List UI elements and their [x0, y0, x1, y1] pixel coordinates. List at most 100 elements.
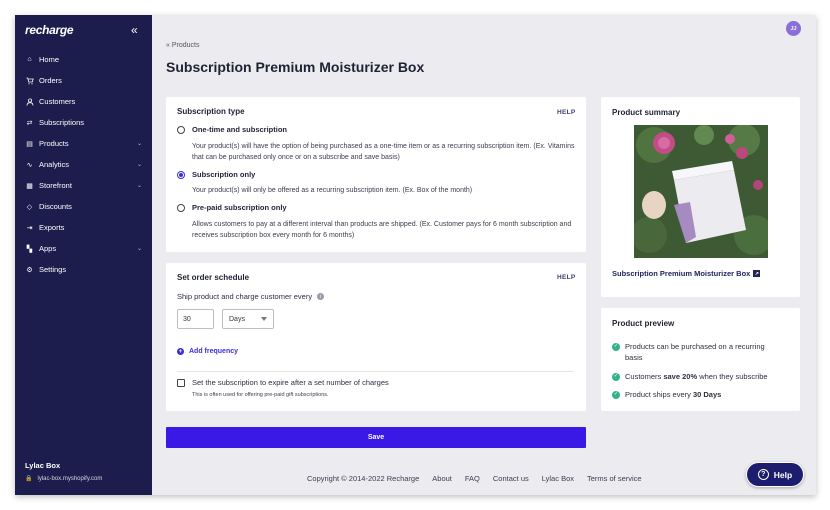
box-icon: ▤ [26, 140, 33, 148]
app-window: recharge « ⌂ Home Orders Customers ⇄ Subsc… [15, 15, 816, 495]
refresh-icon: ⇄ [26, 119, 33, 127]
apps-icon: ▚ [26, 245, 33, 253]
copyright: Copyright © 2014-2022 Recharge [307, 474, 420, 483]
card-title: Product summary [612, 108, 681, 117]
frequency-unit-select[interactable]: Days [222, 309, 274, 329]
sidebar-item-home[interactable]: ⌂ Home [15, 49, 152, 70]
order-schedule-card: Set order schedule HELP Ship product and… [166, 263, 586, 411]
collapse-sidebar-icon[interactable]: « [131, 23, 138, 37]
sidebar-item-storefront[interactable]: ▦ Storefront ⌄ [15, 175, 152, 196]
breadcrumb[interactable]: « Products [166, 42, 199, 49]
sidebar-item-discounts[interactable]: ◇ Discounts [15, 196, 152, 217]
lock-icon: 🔒 [25, 476, 33, 482]
info-icon[interactable]: i [317, 293, 325, 300]
chevron-down-icon: ⌄ [136, 246, 142, 252]
save-button[interactable]: Save [166, 427, 586, 448]
sidebar-item-label: Home [39, 55, 60, 64]
gear-icon: ⚙ [26, 266, 33, 274]
trend-icon: ∿ [26, 161, 33, 169]
sidebar-item-label: Exports [39, 223, 65, 232]
select-value: Days [229, 315, 245, 323]
preview-text-part: Product ships every [625, 390, 693, 399]
preview-text-highlight: save 20% [663, 372, 698, 381]
expire-checkbox[interactable] [177, 378, 185, 387]
store-url: lylac-box.myshopify.com [37, 475, 103, 482]
card-title: Product preview [612, 319, 675, 328]
export-icon: ⇥ [26, 224, 33, 232]
plus-icon: + [177, 348, 184, 355]
option-description: Your product(s) will have the option of … [192, 143, 575, 161]
footer-link-faq[interactable]: FAQ [465, 474, 480, 483]
check-circle-icon: ✓ [612, 372, 620, 381]
sidebar-item-orders[interactable]: Orders [15, 70, 152, 91]
divider [177, 371, 574, 372]
check-circle-icon: ✓ [612, 390, 620, 399]
sidebar-item-label: Discounts [39, 202, 72, 211]
product-link[interactable]: Subscription Premium Moisturizer Box ↗ [612, 269, 761, 278]
help-button-label: Help [773, 469, 793, 480]
recharge-logo[interactable]: recharge [25, 23, 74, 37]
footer-link-store[interactable]: Lylac Box [542, 474, 574, 483]
frequency-number-input[interactable]: 30 [177, 309, 214, 329]
sidebar-item-analytics[interactable]: ∿ Analytics ⌄ [15, 154, 152, 175]
product-summary-card: Product summary Subscription Premium Moi… [601, 97, 800, 297]
sidebar-item-subscriptions[interactable]: ⇄ Subscriptions [15, 112, 152, 133]
sidebar-item-exports[interactable]: ⇥ Exports [15, 217, 152, 238]
user-icon [25, 97, 34, 106]
sidebar: recharge « ⌂ Home Orders Customers ⇄ Subsc… [15, 15, 152, 495]
radio-button-selected[interactable] [177, 170, 185, 179]
preview-text: Products can be purchased on a recurring… [625, 342, 765, 362]
sidebar-item-label: Settings [39, 265, 67, 274]
option-description: Allows customers to pay at a different i… [192, 221, 572, 239]
help-link[interactable]: HELP [557, 109, 576, 116]
sidebar-item-settings[interactable]: ⚙ Settings [15, 259, 152, 280]
tag-icon: ◇ [26, 203, 33, 211]
card-title: Set order schedule [177, 273, 250, 282]
help-link[interactable]: HELP [557, 274, 576, 281]
option-subscription-only[interactable]: Subscription only [177, 170, 255, 179]
chevron-down-icon: ⌄ [136, 183, 142, 189]
sidebar-item-apps[interactable]: ▚ Apps ⌄ [15, 238, 152, 259]
sidebar-item-label: Products [39, 139, 69, 148]
footer-link-about[interactable]: About [432, 474, 452, 483]
option-one-time-and-subscription[interactable]: One-time and subscription [177, 125, 287, 134]
subscription-type-card: Subscription type HELP One-time and subs… [166, 97, 586, 252]
option-pre-paid-subscription-only[interactable]: Pre-paid subscription only [177, 203, 287, 212]
sidebar-item-products[interactable]: ▤ Products ⌄ [15, 133, 152, 154]
expire-checkbox-row[interactable]: Set the subscription to expire after a s… [177, 378, 389, 387]
sidebar-item-customers[interactable]: Customers [15, 91, 152, 112]
question-icon: ? [757, 469, 769, 480]
product-image [634, 125, 768, 258]
radio-button[interactable] [177, 203, 185, 212]
footer: Copyright © 2014-2022 Recharge About FAQ… [307, 474, 655, 483]
preview-item: ✓ Product ships every 30 Days [612, 389, 782, 400]
preview-text-part: when they subscribe [697, 372, 768, 381]
chevron-down-icon: ⌄ [136, 162, 142, 168]
help-button[interactable]: ? Help [746, 462, 804, 487]
add-frequency-button[interactable]: + Add frequency [177, 348, 238, 355]
option-label: Subscription only [192, 170, 256, 179]
card-title: Subscription type [177, 107, 245, 116]
sidebar-item-label: Apps [39, 244, 57, 253]
frequency-label-text: Ship product and charge customer every [177, 292, 313, 301]
checkbox-label: Set the subscription to expire after a s… [192, 378, 389, 387]
sidebar-item-label: Subscriptions [39, 118, 85, 127]
radio-button[interactable] [177, 125, 185, 134]
footer-link-terms[interactable]: Terms of service [587, 474, 642, 483]
preview-text: Customers save 20% when they subscribe [625, 371, 768, 382]
store-url-row[interactable]: 🔒 lylac-box.myshopify.com [25, 475, 103, 483]
footer-link-contact[interactable]: Contact us [493, 474, 529, 483]
cart-icon [25, 76, 34, 85]
avatar[interactable]: JJ [786, 21, 801, 36]
page-title: Subscription Premium Moisturizer Box [166, 59, 425, 75]
external-link-icon: ↗ [753, 270, 761, 277]
storefront-icon: ▦ [26, 182, 33, 190]
frequency-label: Ship product and charge customer every i [177, 292, 325, 301]
preview-item: ✓ Customers save 20% when they subscribe [612, 371, 782, 382]
preview-text: Product ships every 30 Days [625, 389, 721, 400]
option-description: Your product(s) will only be offered as … [192, 187, 473, 194]
sidebar-item-label: Orders [39, 76, 62, 85]
add-frequency-label: Add frequency [189, 348, 239, 355]
product-name: Subscription Premium Moisturizer Box [612, 269, 751, 278]
sidebar-nav: ⌂ Home Orders Customers ⇄ Subscriptions ▤ P… [15, 49, 152, 280]
